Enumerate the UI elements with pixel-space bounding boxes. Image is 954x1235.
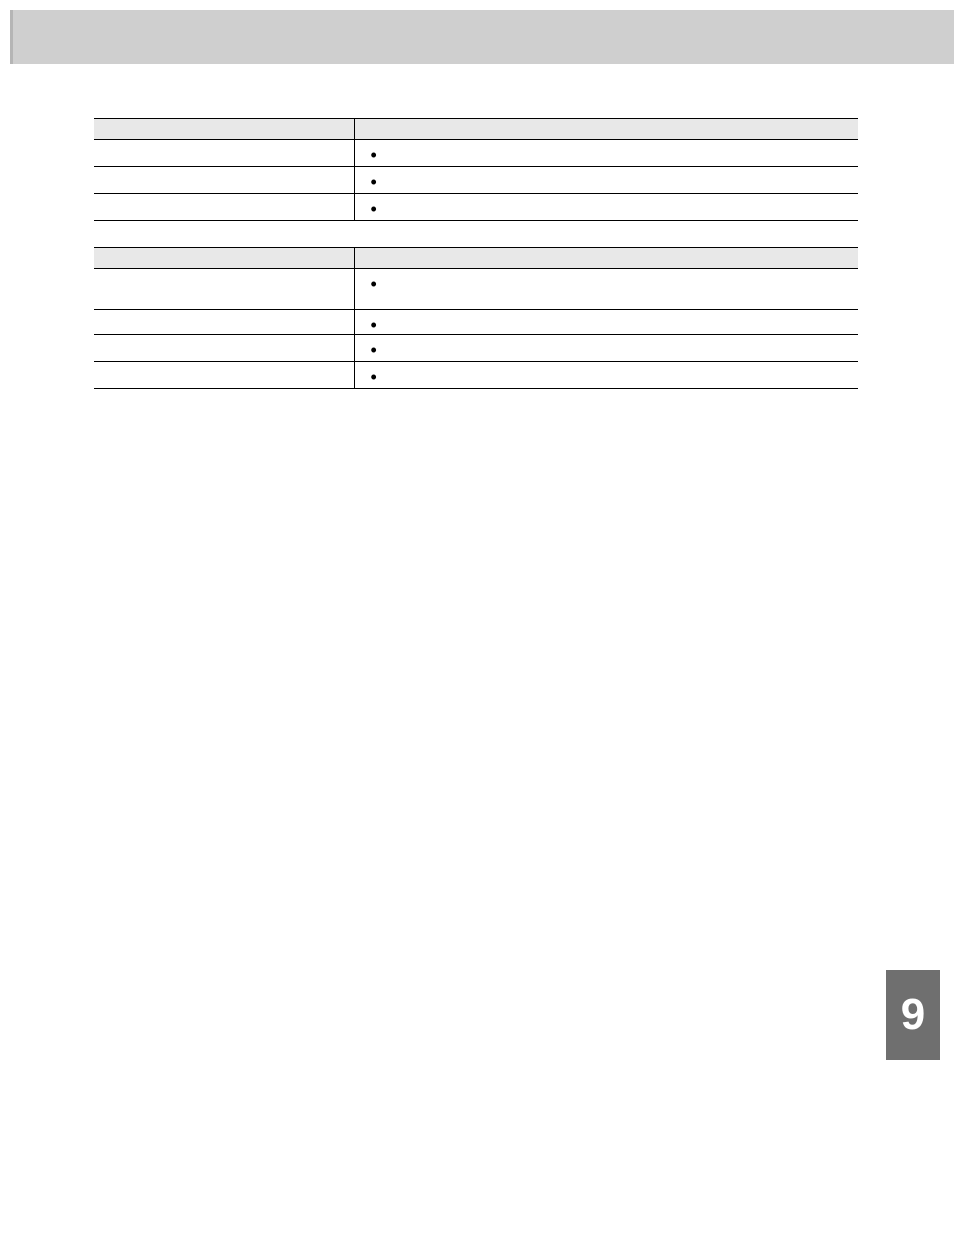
chapter-number: 9 <box>901 990 925 1040</box>
table-row <box>94 194 858 221</box>
table-row <box>94 140 858 167</box>
list-item <box>387 177 849 179</box>
table-2-header-2 <box>354 248 858 269</box>
table-1 <box>94 118 858 221</box>
chapter-tab: 9 <box>886 970 940 1060</box>
table-cell <box>94 140 354 167</box>
table-row <box>94 167 858 194</box>
table-row <box>94 335 858 362</box>
table-cell <box>94 362 354 389</box>
table-1-header-1 <box>94 119 354 140</box>
table-cell <box>354 310 858 335</box>
list-item <box>387 279 849 295</box>
list-item <box>387 150 849 152</box>
table-cell <box>94 167 354 194</box>
table-cell <box>94 335 354 362</box>
list-item <box>387 372 849 374</box>
table-row <box>94 269 858 310</box>
table-cell <box>94 194 354 221</box>
table-cell <box>354 140 858 167</box>
table-2 <box>94 247 858 389</box>
table-1-header-2 <box>354 119 858 140</box>
table-2-header-1 <box>94 248 354 269</box>
list-item <box>387 204 849 206</box>
table-row <box>94 362 858 389</box>
table-cell <box>354 362 858 389</box>
list-item <box>387 345 849 347</box>
table-cell <box>354 167 858 194</box>
header-band <box>10 10 954 64</box>
table-cell <box>354 335 858 362</box>
table-row <box>94 119 858 140</box>
table-cell <box>94 269 354 310</box>
table-row <box>94 310 858 335</box>
header-left-rule <box>10 10 13 64</box>
list-item <box>387 320 849 322</box>
table-row <box>94 248 858 269</box>
page-content <box>94 100 858 415</box>
table-cell <box>354 269 858 310</box>
table-cell <box>354 194 858 221</box>
table-cell <box>94 310 354 335</box>
